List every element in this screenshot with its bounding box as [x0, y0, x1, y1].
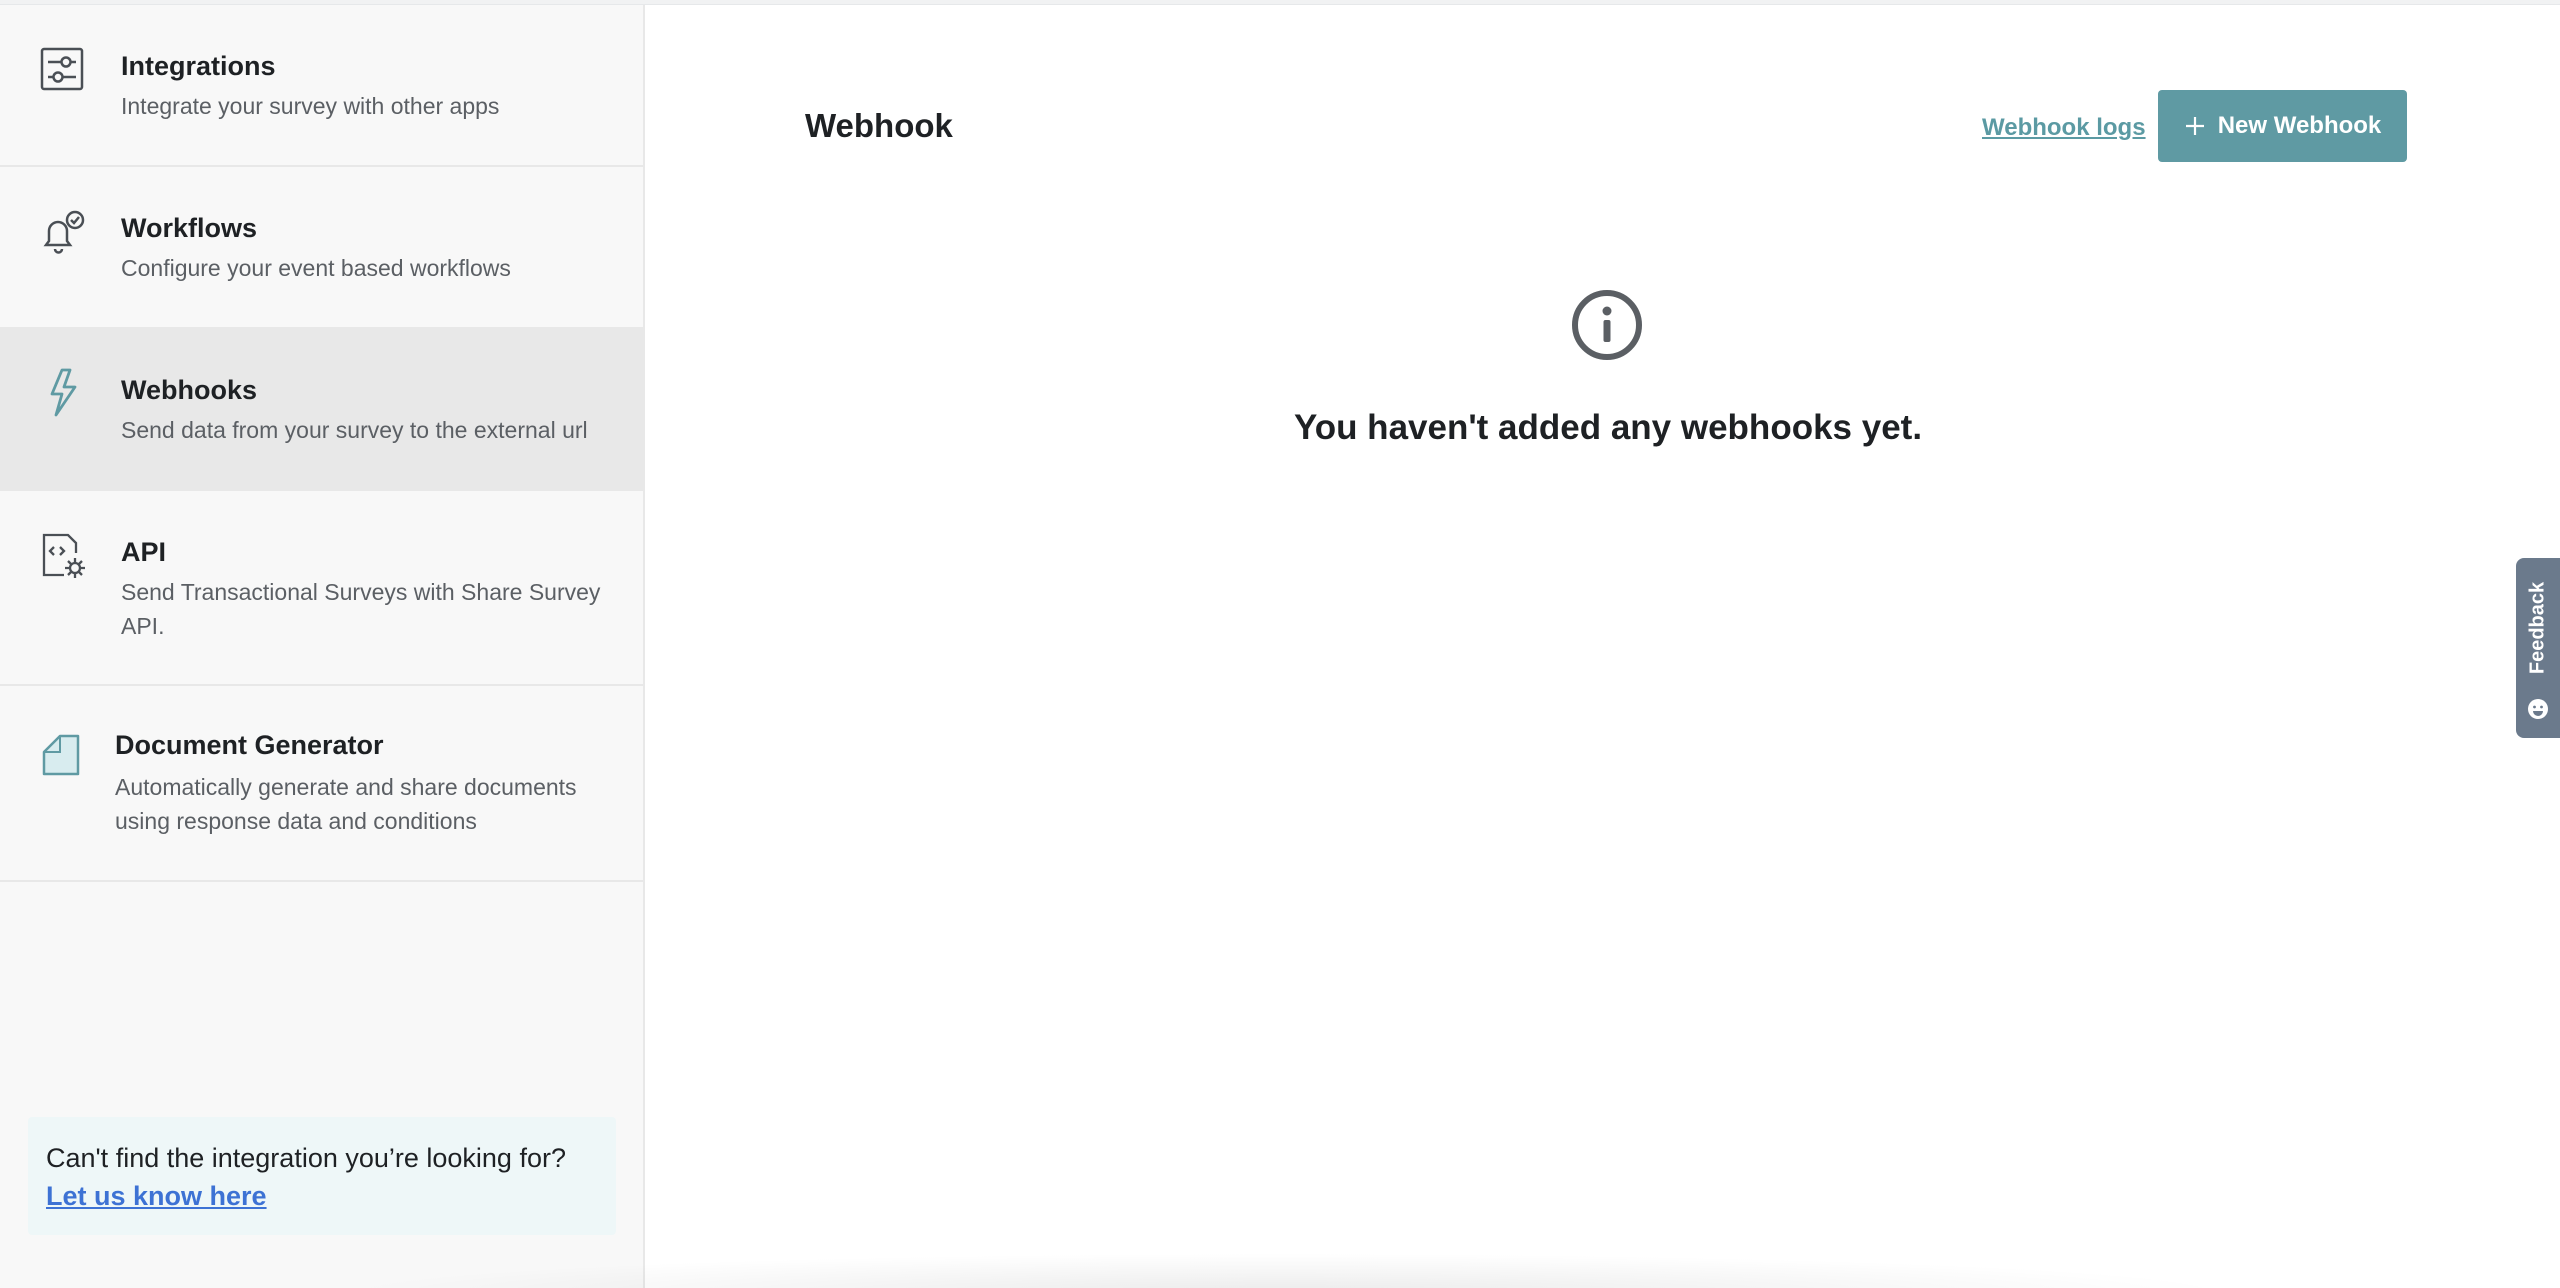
- help-box: Can't find the integration you’re lookin…: [28, 1117, 616, 1235]
- document-icon: [42, 734, 80, 776]
- sidebar-item-title: Integrations: [121, 51, 276, 81]
- webhook-logs-link[interactable]: Webhook logs: [1982, 114, 2146, 142]
- bell-check-icon: [43, 210, 85, 254]
- main-content: Webhook Webhook logs New Webhook You hav…: [325, 5, 2560, 1288]
- sidebar-item-workflows[interactable]: Workflows Configure your event based wor…: [0, 167, 643, 329]
- smile-icon: [2528, 699, 2548, 719]
- sliders-icon: [40, 47, 84, 91]
- sidebar-item-description: Send Transactional Surveys with Share Su…: [121, 579, 601, 639]
- let-us-know-link[interactable]: Let us know here: [46, 1177, 267, 1215]
- feedback-label: Feedback: [2526, 581, 2549, 675]
- sidebar-item-document-generator[interactable]: Document Generator Automatically generat…: [0, 686, 643, 882]
- sidebar-item-title: Webhooks: [121, 375, 258, 405]
- sidebar-item-title: Document Generator: [115, 730, 384, 760]
- sidebar-item-description: Send data from your survey to the extern…: [121, 417, 588, 443]
- sidebar-item-api[interactable]: API Send Transactional Surveys with Shar…: [0, 491, 643, 686]
- info-icon: [1572, 290, 1642, 360]
- plus-icon: [2185, 117, 2204, 135]
- sidebar-item-description: Automatically generate and share documen…: [115, 774, 577, 834]
- sidebar-item-description: Configure your event based workflows: [121, 255, 511, 281]
- empty-state-message: You haven't added any webhooks yet.: [1293, 408, 1923, 447]
- code-gear-icon: [42, 533, 85, 578]
- sidebar-item-integrations[interactable]: Integrations Integrate your survey with …: [0, 5, 643, 167]
- sidebar-item-description: Integrate your survey with other apps: [121, 93, 500, 119]
- new-webhook-label: New Webhook: [2217, 112, 2382, 139]
- sidebar-item-webhooks[interactable]: Webhooks Send data from your survey to t…: [0, 329, 643, 491]
- lightning-icon: [50, 368, 77, 417]
- sidebar-item-title: API: [121, 537, 167, 567]
- feedback-tab[interactable]: Feedback: [2516, 558, 2560, 738]
- sidebar: Integrations Integrate your survey with …: [0, 5, 645, 1288]
- help-text: Can't find the integration you’re lookin…: [46, 1143, 566, 1173]
- app-root: Integrations Integrate your survey with …: [0, 0, 2560, 1288]
- page-title: Webhook: [805, 107, 953, 144]
- sidebar-item-title: Workflows: [121, 213, 258, 243]
- bottom-shadow: [325, 1253, 2245, 1288]
- new-webhook-button[interactable]: New Webhook: [2158, 90, 2407, 162]
